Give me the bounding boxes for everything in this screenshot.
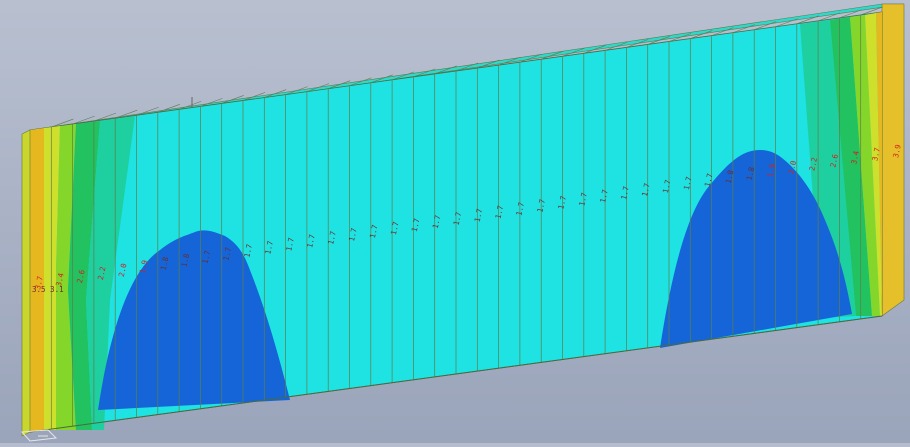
model-viewport[interactable]: 3.7 3.4 2.6 2.2 2.0 1.9 1.8 1.8 1.7 1.7 1.7 1.7 1.7 1… bbox=[0, 0, 910, 443]
wall-stress-contour-view[interactable]: 3.7 3.4 2.6 2.2 2.0 1.9 1.8 1.8 1.7 1.7 1.7 1.7 1.7 1… bbox=[0, 0, 910, 443]
result-value-label-left-edge: 3.5 3.1 bbox=[32, 285, 64, 294]
wall-left-end-face bbox=[21, 129, 31, 437]
wall-right-end-face bbox=[881, 3, 905, 317]
